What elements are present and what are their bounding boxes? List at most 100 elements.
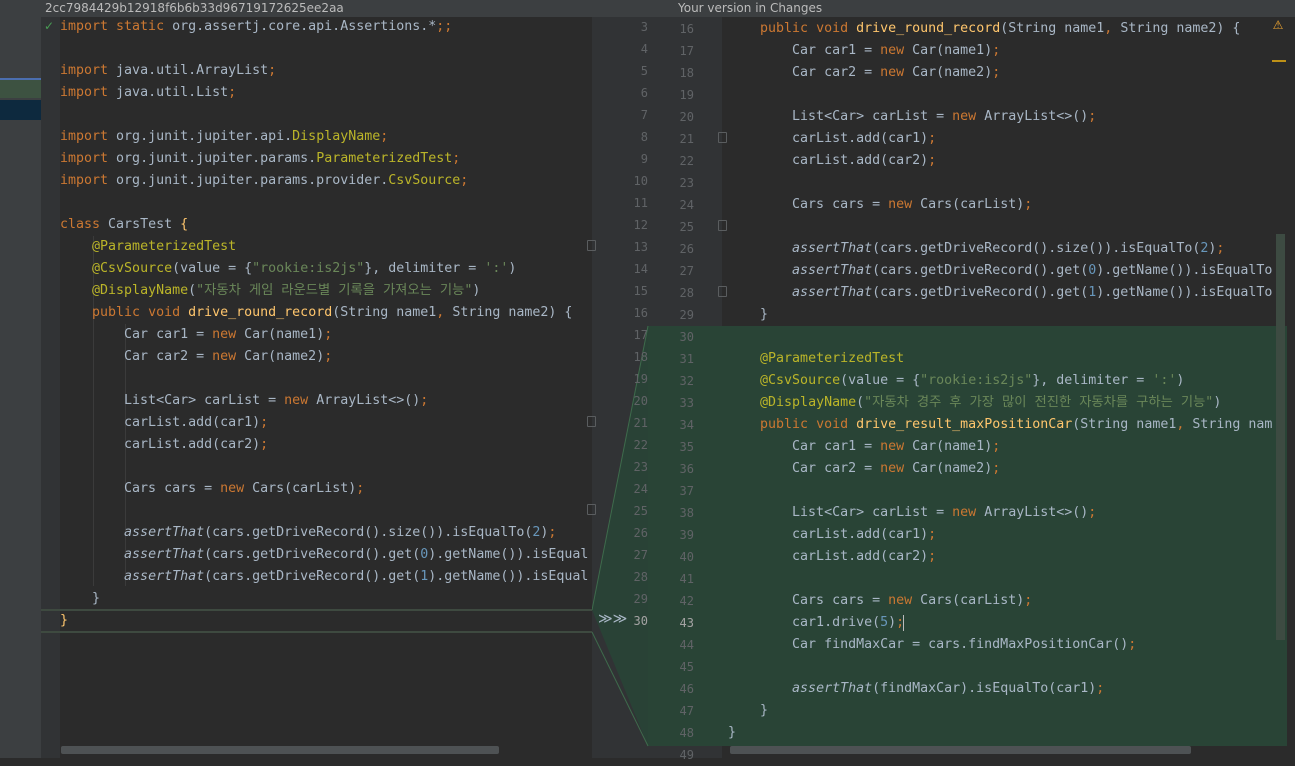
code-token: Car(name2) <box>912 65 993 80</box>
apply-change-arrows-icon[interactable]: ≫≫ <box>598 611 627 627</box>
code-line[interactable]: List<Car> carList = new ArrayList<>(); <box>728 106 1275 128</box>
code-line[interactable]: assertThat(cars.getDriveRecord().get(0).… <box>60 544 588 566</box>
code-token: , <box>1176 417 1193 432</box>
code-line[interactable]: Car car1 = new Car(name1); <box>728 40 1275 62</box>
code-line[interactable]: car1.drive(5); <box>728 612 1275 634</box>
code-line[interactable]: import org.junit.jupiter.params.Paramete… <box>60 148 588 170</box>
fold-icon[interactable] <box>587 416 596 427</box>
code-token: ; <box>928 549 937 564</box>
fold-icon[interactable] <box>718 132 727 143</box>
code-token: } <box>728 725 737 740</box>
left-horizontal-scrollbar[interactable] <box>61 746 499 754</box>
line-number: 19 <box>633 372 648 386</box>
code-line[interactable]: Car car1 = new Car(name1); <box>728 436 1275 458</box>
code-line[interactable]: Car car2 = new Car(name2); <box>60 346 588 368</box>
code-line[interactable]: @ParameterizedTest <box>728 348 1275 370</box>
code-token: Cars(carList) <box>252 481 357 496</box>
code-line[interactable] <box>60 38 588 60</box>
code-line[interactable] <box>728 172 1275 194</box>
code-token: (value = { <box>172 261 253 276</box>
code-line[interactable] <box>728 84 1275 106</box>
code-line[interactable]: class CarsTest { <box>60 214 588 236</box>
warning-icon[interactable]: ⚠ <box>1271 18 1285 32</box>
code-line[interactable]: } <box>728 304 1275 326</box>
code-line[interactable] <box>60 500 588 522</box>
code-token: (value = { <box>840 373 921 388</box>
code-line[interactable]: carList.add(car2); <box>728 546 1275 568</box>
code-token: @ParameterizedTest <box>92 239 237 254</box>
code-line[interactable]: @ParameterizedTest <box>60 236 588 258</box>
code-line[interactable]: List<Car> carList = new ArrayList<>(); <box>728 502 1275 524</box>
code-line[interactable]: assertThat(cars.getDriveRecord().get(1).… <box>60 566 588 588</box>
code-line[interactable]: assertThat(cars.getDriveRecord().size())… <box>60 522 588 544</box>
code-line[interactable]: assertThat(cars.getDriveRecord().get(0).… <box>728 260 1275 282</box>
code-token: 5 <box>880 615 889 630</box>
code-token: (cars.getDriveRecord().get( <box>872 263 1089 278</box>
code-line[interactable]: Car car2 = new Car(name2); <box>728 458 1275 480</box>
warning-marker[interactable] <box>1272 60 1286 62</box>
code-line[interactable]: } <box>728 722 1275 744</box>
code-line[interactable]: Car findMaxCar = cars.findMaxPositionCar… <box>728 634 1275 656</box>
code-line[interactable]: assertThat(cars.getDriveRecord().get(1).… <box>728 282 1275 304</box>
code-line[interactable]: carList.add(car1); <box>728 524 1275 546</box>
code-line[interactable]: Car car2 = new Car(name2); <box>728 62 1275 84</box>
code-line[interactable] <box>60 368 588 390</box>
code-line[interactable]: } <box>728 700 1275 722</box>
right-horizontal-scrollbar[interactable] <box>730 746 1191 754</box>
code-line[interactable]: @CsvSource(value = {"rookie:is2js"}, del… <box>60 258 588 280</box>
code-line[interactable]: public void drive_round_record(String na… <box>60 302 588 324</box>
code-line[interactable]: public void drive_round_record(String na… <box>728 18 1275 40</box>
code-line[interactable]: @DisplayName("자동차 경주 후 가장 많이 전진한 자동차를 구하… <box>728 392 1275 414</box>
code-line[interactable] <box>60 104 588 126</box>
code-line[interactable] <box>60 456 588 478</box>
code-line[interactable]: import org.junit.jupiter.api.DisplayName… <box>60 126 588 148</box>
code-line[interactable] <box>728 568 1275 590</box>
code-line[interactable]: import java.util.ArrayList; <box>60 60 588 82</box>
code-line[interactable] <box>728 326 1275 348</box>
left-gutter <box>41 17 60 758</box>
code-token: Car(name1) <box>244 327 325 342</box>
code-line[interactable]: } <box>60 588 588 610</box>
code-line[interactable] <box>60 192 588 214</box>
vertical-scrollbar[interactable] <box>1276 234 1285 640</box>
fold-icon[interactable] <box>718 286 727 297</box>
code-line[interactable]: Cars cars = new Cars(carList); <box>60 478 588 500</box>
code-line[interactable] <box>728 656 1275 678</box>
code-token: (String name1 <box>1000 21 1105 36</box>
code-line[interactable]: carList.add(car2); <box>60 434 588 456</box>
code-line[interactable]: import org.junit.jupiter.params.provider… <box>60 170 588 192</box>
code-line[interactable]: import java.util.List; <box>60 82 588 104</box>
code-line[interactable]: Car car1 = new Car(name1); <box>60 324 588 346</box>
code-line[interactable]: @CsvSource(value = {"rookie:is2js"}, del… <box>728 370 1275 392</box>
code-line[interactable]: carList.add(car1); <box>728 128 1275 150</box>
code-line[interactable]: List<Car> carList = new ArrayList<>(); <box>60 390 588 412</box>
code-line[interactable] <box>728 480 1275 502</box>
fold-icon[interactable] <box>587 240 596 251</box>
code-token: Cars cars = <box>60 481 221 496</box>
line-number: 17 <box>679 44 694 58</box>
code-line[interactable]: carList.add(car2); <box>728 150 1275 172</box>
strip-marker <box>0 80 41 98</box>
code-line[interactable]: assertThat(findMaxCar).isEqualTo(car1); <box>728 678 1275 700</box>
code-line[interactable]: } <box>60 610 588 632</box>
code-token: Car car2 = <box>728 65 881 80</box>
code-token: Car(name1) <box>912 439 993 454</box>
fold-icon[interactable] <box>718 220 727 231</box>
code-line[interactable]: carList.add(car1); <box>60 412 588 434</box>
fold-icon[interactable] <box>587 504 596 515</box>
code-line[interactable]: Cars cars = new Cars(carList); <box>728 590 1275 612</box>
line-number: 37 <box>679 484 694 498</box>
code-token: ':' <box>1152 373 1177 388</box>
code-line[interactable] <box>728 216 1275 238</box>
code-token: Cars cars = <box>728 197 889 212</box>
code-line[interactable]: assertThat(cars.getDriveRecord().size())… <box>728 238 1275 260</box>
code-token: @DisplayName <box>92 283 189 298</box>
code-line[interactable]: Cars cars = new Cars(carList); <box>728 194 1275 216</box>
code-line[interactable]: @DisplayName("자동차 게임 라운드별 기록을 가져오는 기능") <box>60 280 588 302</box>
code-line[interactable]: public void drive_result_maxPositionCar(… <box>728 414 1275 436</box>
code-token: carList.add(car2) <box>60 437 261 452</box>
code-line[interactable]: import static org.assertj.core.api.Asser… <box>60 16 588 38</box>
